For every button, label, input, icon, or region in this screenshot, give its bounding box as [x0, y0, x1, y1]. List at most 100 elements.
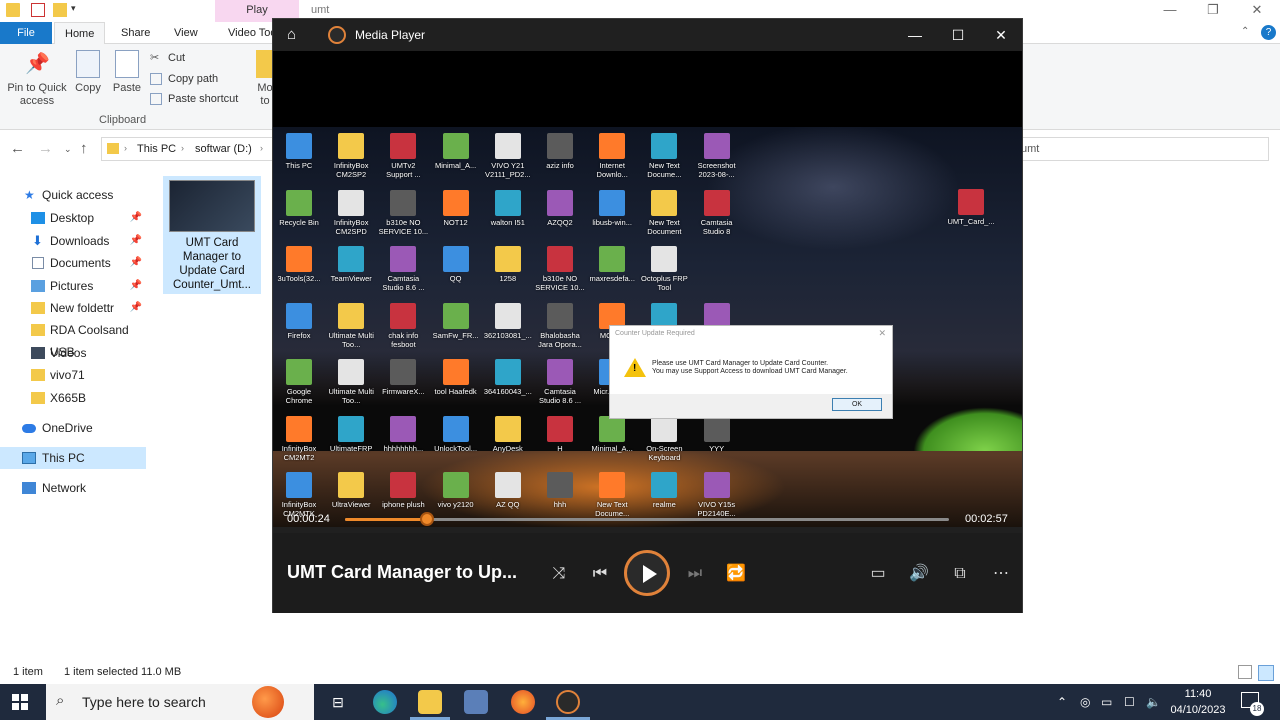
close-icon[interactable]: ✕ — [983, 25, 1019, 47]
close-icon[interactable]: ✕ — [1234, 0, 1280, 22]
previous-icon[interactable]: ⏮ — [588, 563, 612, 585]
seek-bar[interactable] — [345, 512, 949, 526]
nav-item-downloads[interactable]: ⬇ Downloads 📌 — [0, 230, 146, 252]
network-tray-icon[interactable]: ☐ — [1124, 684, 1135, 720]
ok-button[interactable]: OK — [832, 398, 882, 411]
nav-quick-access[interactable]: ★ Quick access — [0, 184, 146, 206]
nav-item-desktop[interactable]: Desktop 📌 — [0, 207, 146, 229]
desktop-icon[interactable]: Bhalobasha Jara Opora... — [534, 302, 586, 349]
desktop-icon[interactable]: InfinityBox CM2SP2 — [325, 133, 377, 179]
desktop-icon[interactable]: walton I51 — [482, 189, 534, 227]
volume-icon[interactable]: 🔊 — [907, 563, 931, 585]
desktop-icon[interactable]: YYY — [691, 415, 743, 453]
seek-thumb[interactable] — [419, 512, 434, 526]
desktop-icon[interactable]: 362103081_... — [482, 302, 534, 340]
system-clock[interactable]: 11:40 04/10/2023 — [1168, 686, 1228, 718]
desktop-icon[interactable]: 1258 — [482, 246, 534, 283]
desktop-icon[interactable]: Internet Downlo... — [586, 133, 638, 179]
copy-button[interactable]: Copy — [72, 50, 104, 95]
tab-home[interactable]: Home — [54, 22, 106, 44]
more-options-icon[interactable]: ⋯ — [989, 563, 1013, 585]
tab-file[interactable]: File — [0, 22, 52, 44]
nav-item-documents[interactable]: Documents 📌 — [0, 252, 146, 274]
address-bar[interactable]: › This PC › softwar (D:) › — [101, 137, 281, 161]
copy-path-button[interactable]: Copy path — [150, 71, 218, 87]
desktop-icon[interactable]: Camtasia Studio 8.6 ... — [377, 246, 429, 292]
desktop-icon[interactable]: This PC — [273, 133, 325, 170]
desktop-icon[interactable]: UltraViewer — [325, 472, 377, 509]
windows-start-icon[interactable] — [12, 694, 28, 710]
cut-button[interactable]: ✂ Cut — [150, 50, 185, 66]
desktop-icon[interactable]: realme — [638, 472, 690, 509]
desktop-icon[interactable]: tool Haafedk — [430, 359, 482, 396]
minimize-icon[interactable]: — — [897, 25, 933, 47]
desktop-icon[interactable]: InfinityBox CM2MT2 — [273, 415, 325, 462]
desktop-icon[interactable]: chak info fesboot — [377, 302, 429, 349]
minimize-icon[interactable]: — — [1147, 0, 1193, 22]
desktop-icon[interactable]: aziz info — [534, 133, 586, 170]
desktop-icon[interactable]: 364160043_... — [482, 359, 534, 396]
file-explorer-icon[interactable] — [418, 690, 442, 714]
desktop-icon[interactable]: NOT12 — [430, 189, 482, 227]
edge-icon[interactable] — [373, 690, 397, 714]
tray-overflow-chevron-icon[interactable]: ⌃ — [1057, 684, 1067, 720]
desktop-icon[interactable]: Minimal_A... — [430, 133, 482, 170]
desktop-icon[interactable]: hhhhhhhh... — [377, 415, 429, 453]
file-item-selected[interactable]: UMT Card Manager to Update Card Counter_… — [163, 176, 261, 294]
nav-item-videos[interactable]: Videos — [0, 342, 146, 364]
tray-app-icon[interactable]: ◎ — [1080, 684, 1090, 720]
nav-item-pictures[interactable]: Pictures 📌 — [0, 275, 146, 297]
firefox-icon[interactable] — [511, 690, 535, 714]
desktop-icon[interactable]: Ultimate Multi Too... — [325, 359, 377, 405]
tab-share[interactable]: Share — [111, 22, 160, 44]
desktop-icon[interactable]: AZ QQ — [482, 472, 534, 509]
desktop-icon[interactable]: TeamViewer — [325, 246, 377, 283]
nav-item-new-foldettr[interactable]: New foldettr 📌 — [0, 297, 146, 319]
desktop-icon[interactable]: SamFw_FR... — [430, 302, 482, 340]
task-view-icon[interactable]: ⊟ — [326, 690, 350, 714]
captions-icon[interactable]: ▭ — [866, 563, 890, 585]
tab-view[interactable]: View — [164, 22, 208, 44]
desktop-icon[interactable]: Firefox — [273, 302, 325, 340]
desktop-icon[interactable]: Minimal_A... — [586, 415, 638, 453]
paste-shortcut-button[interactable]: Paste shortcut — [150, 91, 238, 107]
desktop-icon[interactable]: maxresdefa... — [586, 246, 638, 283]
desktop-icon[interactable]: AnyDesk — [482, 415, 534, 453]
nav-item-vivo71[interactable]: vivo71 — [0, 364, 146, 386]
ribbon-collapse-icon[interactable]: ⌃ — [1241, 26, 1249, 37]
forward-arrow-icon[interactable]: → — [38, 140, 53, 157]
recent-locations-chevron-icon[interactable]: ⌄ — [64, 144, 72, 155]
home-icon[interactable]: ⌂ — [287, 26, 296, 43]
repeat-icon[interactable]: 🔁 — [724, 563, 748, 585]
play-button[interactable] — [624, 550, 670, 596]
maximize-icon[interactable]: ☐ — [940, 25, 976, 47]
breadcrumb-drive[interactable]: softwar (D:) — [195, 143, 252, 155]
desktop-icon[interactable]: New Text Document — [638, 189, 690, 236]
large-icons-view-icon[interactable] — [1258, 665, 1274, 681]
mini-player-icon[interactable]: ⧉ — [948, 563, 972, 585]
desktop-icon[interactable]: Camtasia Studio 8.6 ... — [534, 359, 586, 405]
paste-button[interactable]: Paste — [111, 50, 143, 95]
next-icon[interactable]: ⏭ — [683, 563, 707, 585]
nav-onedrive[interactable]: OneDrive — [0, 417, 146, 439]
desktop-icon[interactable]: Ultimate Multi Too... — [325, 302, 377, 349]
volume-tray-icon[interactable]: 🔈 — [1146, 684, 1161, 720]
breadcrumb-this-pc[interactable]: This PC — [137, 143, 176, 155]
battery-icon[interactable]: ▭ — [1101, 684, 1112, 720]
desktop-icon[interactable]: UnlockTool... — [430, 415, 482, 453]
nav-item-rda-coolsand-usb[interactable]: RDA Coolsand USB — [0, 319, 146, 359]
desktop-icon[interactable]: FirmwareX... — [377, 359, 429, 396]
up-arrow-icon[interactable]: ↑ — [80, 140, 88, 157]
taskbar-search-box[interactable]: ⌕ Type here to search — [46, 684, 314, 720]
desktop-icon[interactable]: Camtasia Studio 8 — [691, 189, 743, 236]
new-folder-icon[interactable] — [53, 3, 67, 17]
network-app-icon[interactable] — [464, 690, 488, 714]
shuffle-icon[interactable]: ⤨ — [547, 563, 571, 585]
desktop-icon[interactable]: AZQQ2 — [534, 189, 586, 227]
desktop-icon[interactable]: libusb-win... — [586, 189, 638, 227]
details-view-icon[interactable] — [1238, 665, 1252, 679]
video-area[interactable]: This PC InfinityBox CM2SP2 UMTv2 Support .… — [273, 51, 1022, 527]
close-icon[interactable]: ✕ — [878, 328, 886, 339]
nav-item-x665b[interactable]: X665B — [0, 387, 146, 409]
desktop-icon[interactable]: New Text Docume... — [638, 133, 690, 179]
